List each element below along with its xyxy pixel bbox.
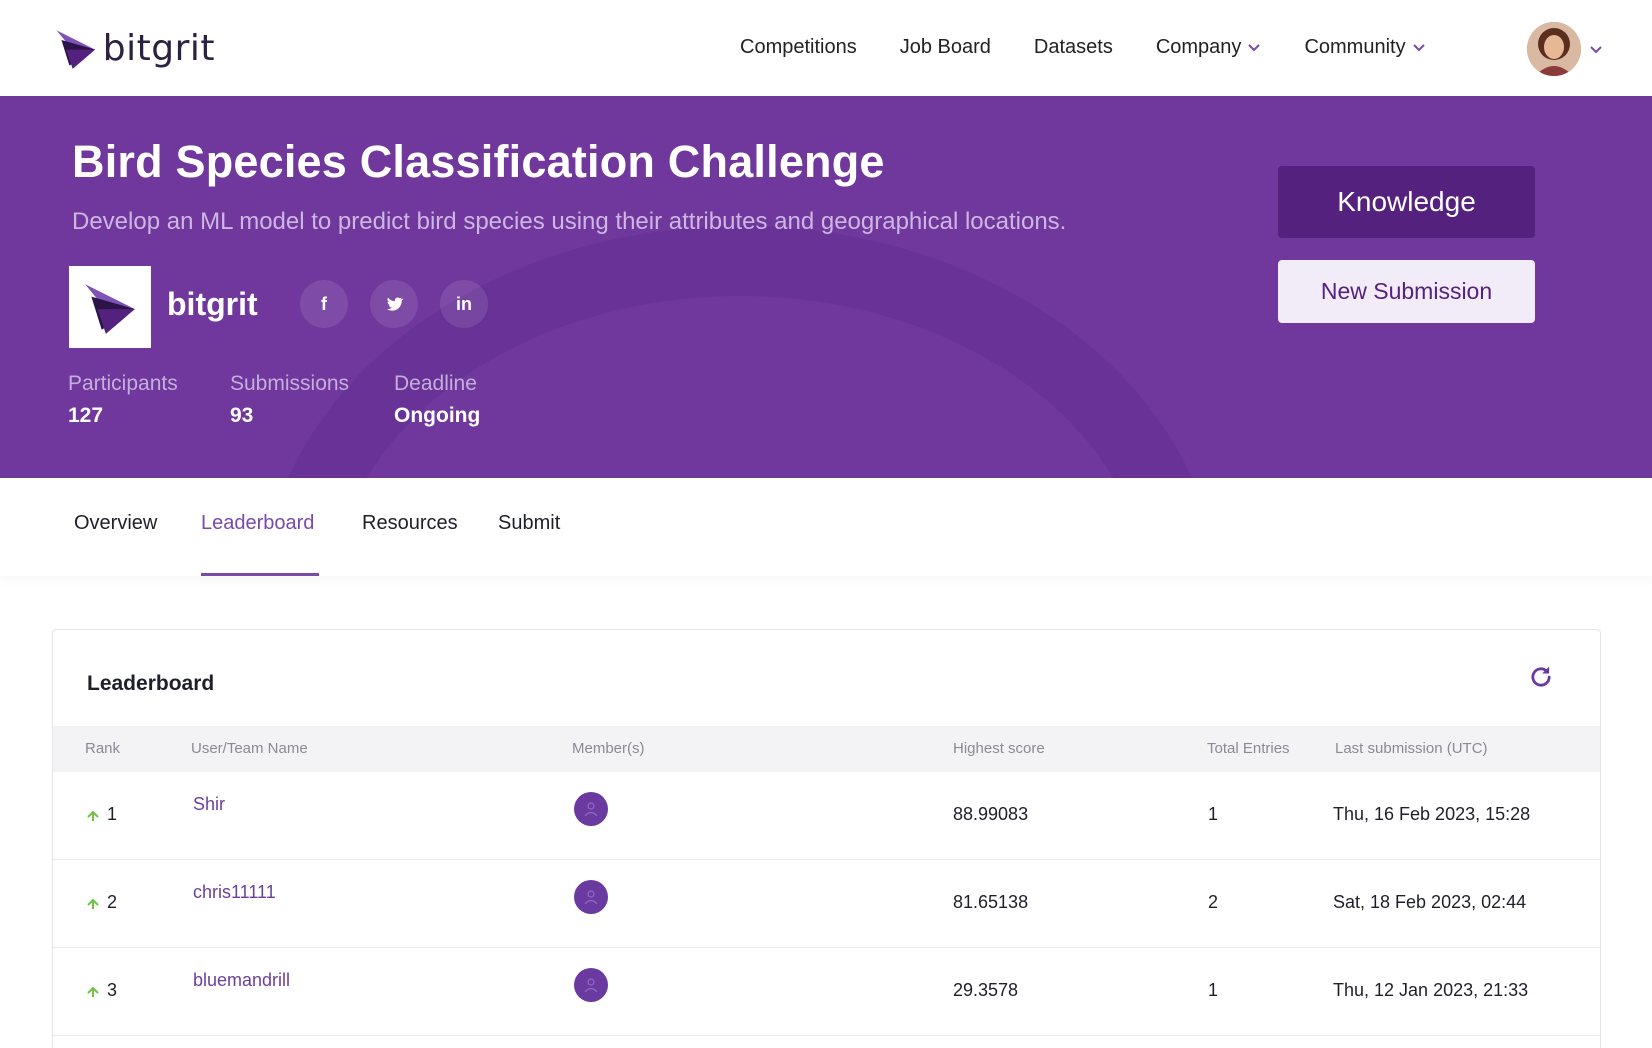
nav-community-label: Community xyxy=(1304,35,1406,58)
tab-leaderboard[interactable]: Leaderboard xyxy=(201,512,314,535)
member-avatar[interactable] xyxy=(574,880,608,914)
table-row: 2 chris11111 81.65138 2 Sat, 18 Feb 2023… xyxy=(53,860,1600,948)
user-photo xyxy=(1527,22,1581,76)
organizer-logo xyxy=(69,266,151,348)
nav-company-label: Company xyxy=(1155,35,1242,58)
refresh-icon[interactable] xyxy=(1527,663,1555,691)
stat-deadline: Deadline Ongoing xyxy=(394,372,480,428)
facebook-icon: f xyxy=(321,293,327,314)
stat-label: Deadline xyxy=(394,372,477,395)
new-submission-button[interactable]: New Submission xyxy=(1278,260,1535,323)
arrow-up-icon xyxy=(87,986,99,997)
nav-competitions-label: Competitions xyxy=(740,35,857,58)
last-submission-cell: Thu, 12 Jan 2023, 21:33 xyxy=(1333,980,1529,1000)
user-menu[interactable] xyxy=(1527,22,1603,76)
arrow-up-icon xyxy=(87,810,99,821)
stat-value: 93 xyxy=(230,404,254,427)
leaderboard-header-row: Rank User/Team Name Member(s) Highest sc… xyxy=(53,726,1600,772)
rank-value: 1 xyxy=(107,804,118,824)
chevron-down-icon xyxy=(1590,46,1602,54)
col-name: User/Team Name xyxy=(191,740,308,757)
nav-datasets-label: Datasets xyxy=(1033,35,1113,58)
table-row: 1 Shir 88.99083 1 Thu, 16 Feb 2023, 15:2… xyxy=(53,772,1600,860)
rank-value: 2 xyxy=(107,892,118,912)
score-cell: 88.99083 xyxy=(953,804,1029,824)
score-cell: 81.65138 xyxy=(953,892,1029,912)
competition-header: Bird Species Classification Challenge De… xyxy=(0,96,1652,478)
competition-tabs: Overview Leaderboard Resources Submit xyxy=(0,478,1652,576)
user-icon xyxy=(584,802,598,817)
avatar[interactable] xyxy=(1527,22,1581,76)
bitgrit-logo-icon xyxy=(85,284,135,334)
col-score: Highest score xyxy=(953,740,1045,757)
nav-competitions[interactable]: Competitions xyxy=(740,36,857,59)
last-submission-cell: Sat, 18 Feb 2023, 02:44 xyxy=(1333,892,1527,912)
facebook-share-button[interactable]: f xyxy=(300,280,348,328)
user-link[interactable]: bluemandrill xyxy=(193,970,290,991)
leaderboard-card: Leaderboard Rank User/Team Name Member(s… xyxy=(52,629,1601,1048)
stat-label: Submissions xyxy=(230,372,350,395)
bitgrit-logo-icon xyxy=(56,30,96,69)
last-submission-cell: Thu, 16 Feb 2023, 15:28 xyxy=(1333,804,1531,824)
col-members: Member(s) xyxy=(572,740,645,757)
tab-overview[interactable]: Overview xyxy=(74,512,157,535)
arrow-up-icon xyxy=(87,898,99,909)
entries-cell: 1 xyxy=(1208,980,1219,1000)
tab-resources[interactable]: Resources xyxy=(362,512,458,535)
main-nav: Competitions Job Board Datasets Company … xyxy=(740,30,1469,64)
page-title: Bird Species Classification Challenge xyxy=(72,136,885,187)
stat-value: 127 xyxy=(68,404,104,427)
twitter-icon xyxy=(386,297,404,311)
rank-cell: 2 xyxy=(85,892,117,913)
score-cell: 29.3578 xyxy=(953,980,1019,1000)
active-tab-indicator xyxy=(201,573,319,576)
nav-job-board-label: Job Board xyxy=(899,35,991,58)
stat-label: Participants xyxy=(68,372,178,395)
nav-community-dropdown[interactable]: Community xyxy=(1304,36,1425,59)
col-last-submission: Last submission (UTC) xyxy=(1335,740,1488,757)
bitgrit-logo[interactable]: bitgrit xyxy=(55,18,215,78)
col-entries: Total Entries xyxy=(1207,740,1290,757)
nav-job-board[interactable]: Job Board xyxy=(900,36,991,59)
user-icon xyxy=(584,890,598,905)
decorative-arc xyxy=(260,226,1220,478)
chevron-down-icon xyxy=(1248,44,1261,52)
member-avatar[interactable] xyxy=(574,792,608,826)
chevron-down-icon xyxy=(1412,44,1425,52)
stat-participants: Participants 127 xyxy=(68,372,178,428)
entries-cell: 1 xyxy=(1208,804,1219,824)
user-link[interactable]: chris11111 xyxy=(193,882,276,903)
user-link[interactable]: Shir xyxy=(193,794,225,815)
linkedin-share-button[interactable]: in xyxy=(440,280,488,328)
page-subtitle: Develop an ML model to predict bird spec… xyxy=(72,208,1067,235)
rank-cell: 1 xyxy=(85,804,117,825)
member-avatar[interactable] xyxy=(574,968,608,1002)
leaderboard-title: Leaderboard xyxy=(87,672,215,695)
organizer-name: bitgrit xyxy=(167,286,258,322)
tab-submit[interactable]: Submit xyxy=(498,512,560,535)
stat-submissions: Submissions 93 xyxy=(230,372,349,428)
rank-cell: 3 xyxy=(85,980,117,1001)
stat-value: Ongoing xyxy=(394,404,481,427)
brand-name: bitgrit xyxy=(102,27,215,69)
user-icon xyxy=(584,978,598,993)
linkedin-icon: in xyxy=(456,293,472,314)
twitter-share-button[interactable] xyxy=(370,280,418,328)
nav-datasets[interactable]: Datasets xyxy=(1034,36,1113,59)
table-row: 3 bluemandrill 29.3578 1 Thu, 12 Jan 202… xyxy=(53,948,1600,1036)
entries-cell: 2 xyxy=(1208,892,1219,912)
knowledge-button[interactable]: Knowledge xyxy=(1278,166,1535,238)
nav-company-dropdown[interactable]: Company xyxy=(1156,36,1262,59)
col-rank: Rank xyxy=(85,740,121,757)
top-navbar: bitgrit Competitions Job Board Datasets … xyxy=(0,0,1652,96)
rank-value: 3 xyxy=(107,980,118,1000)
